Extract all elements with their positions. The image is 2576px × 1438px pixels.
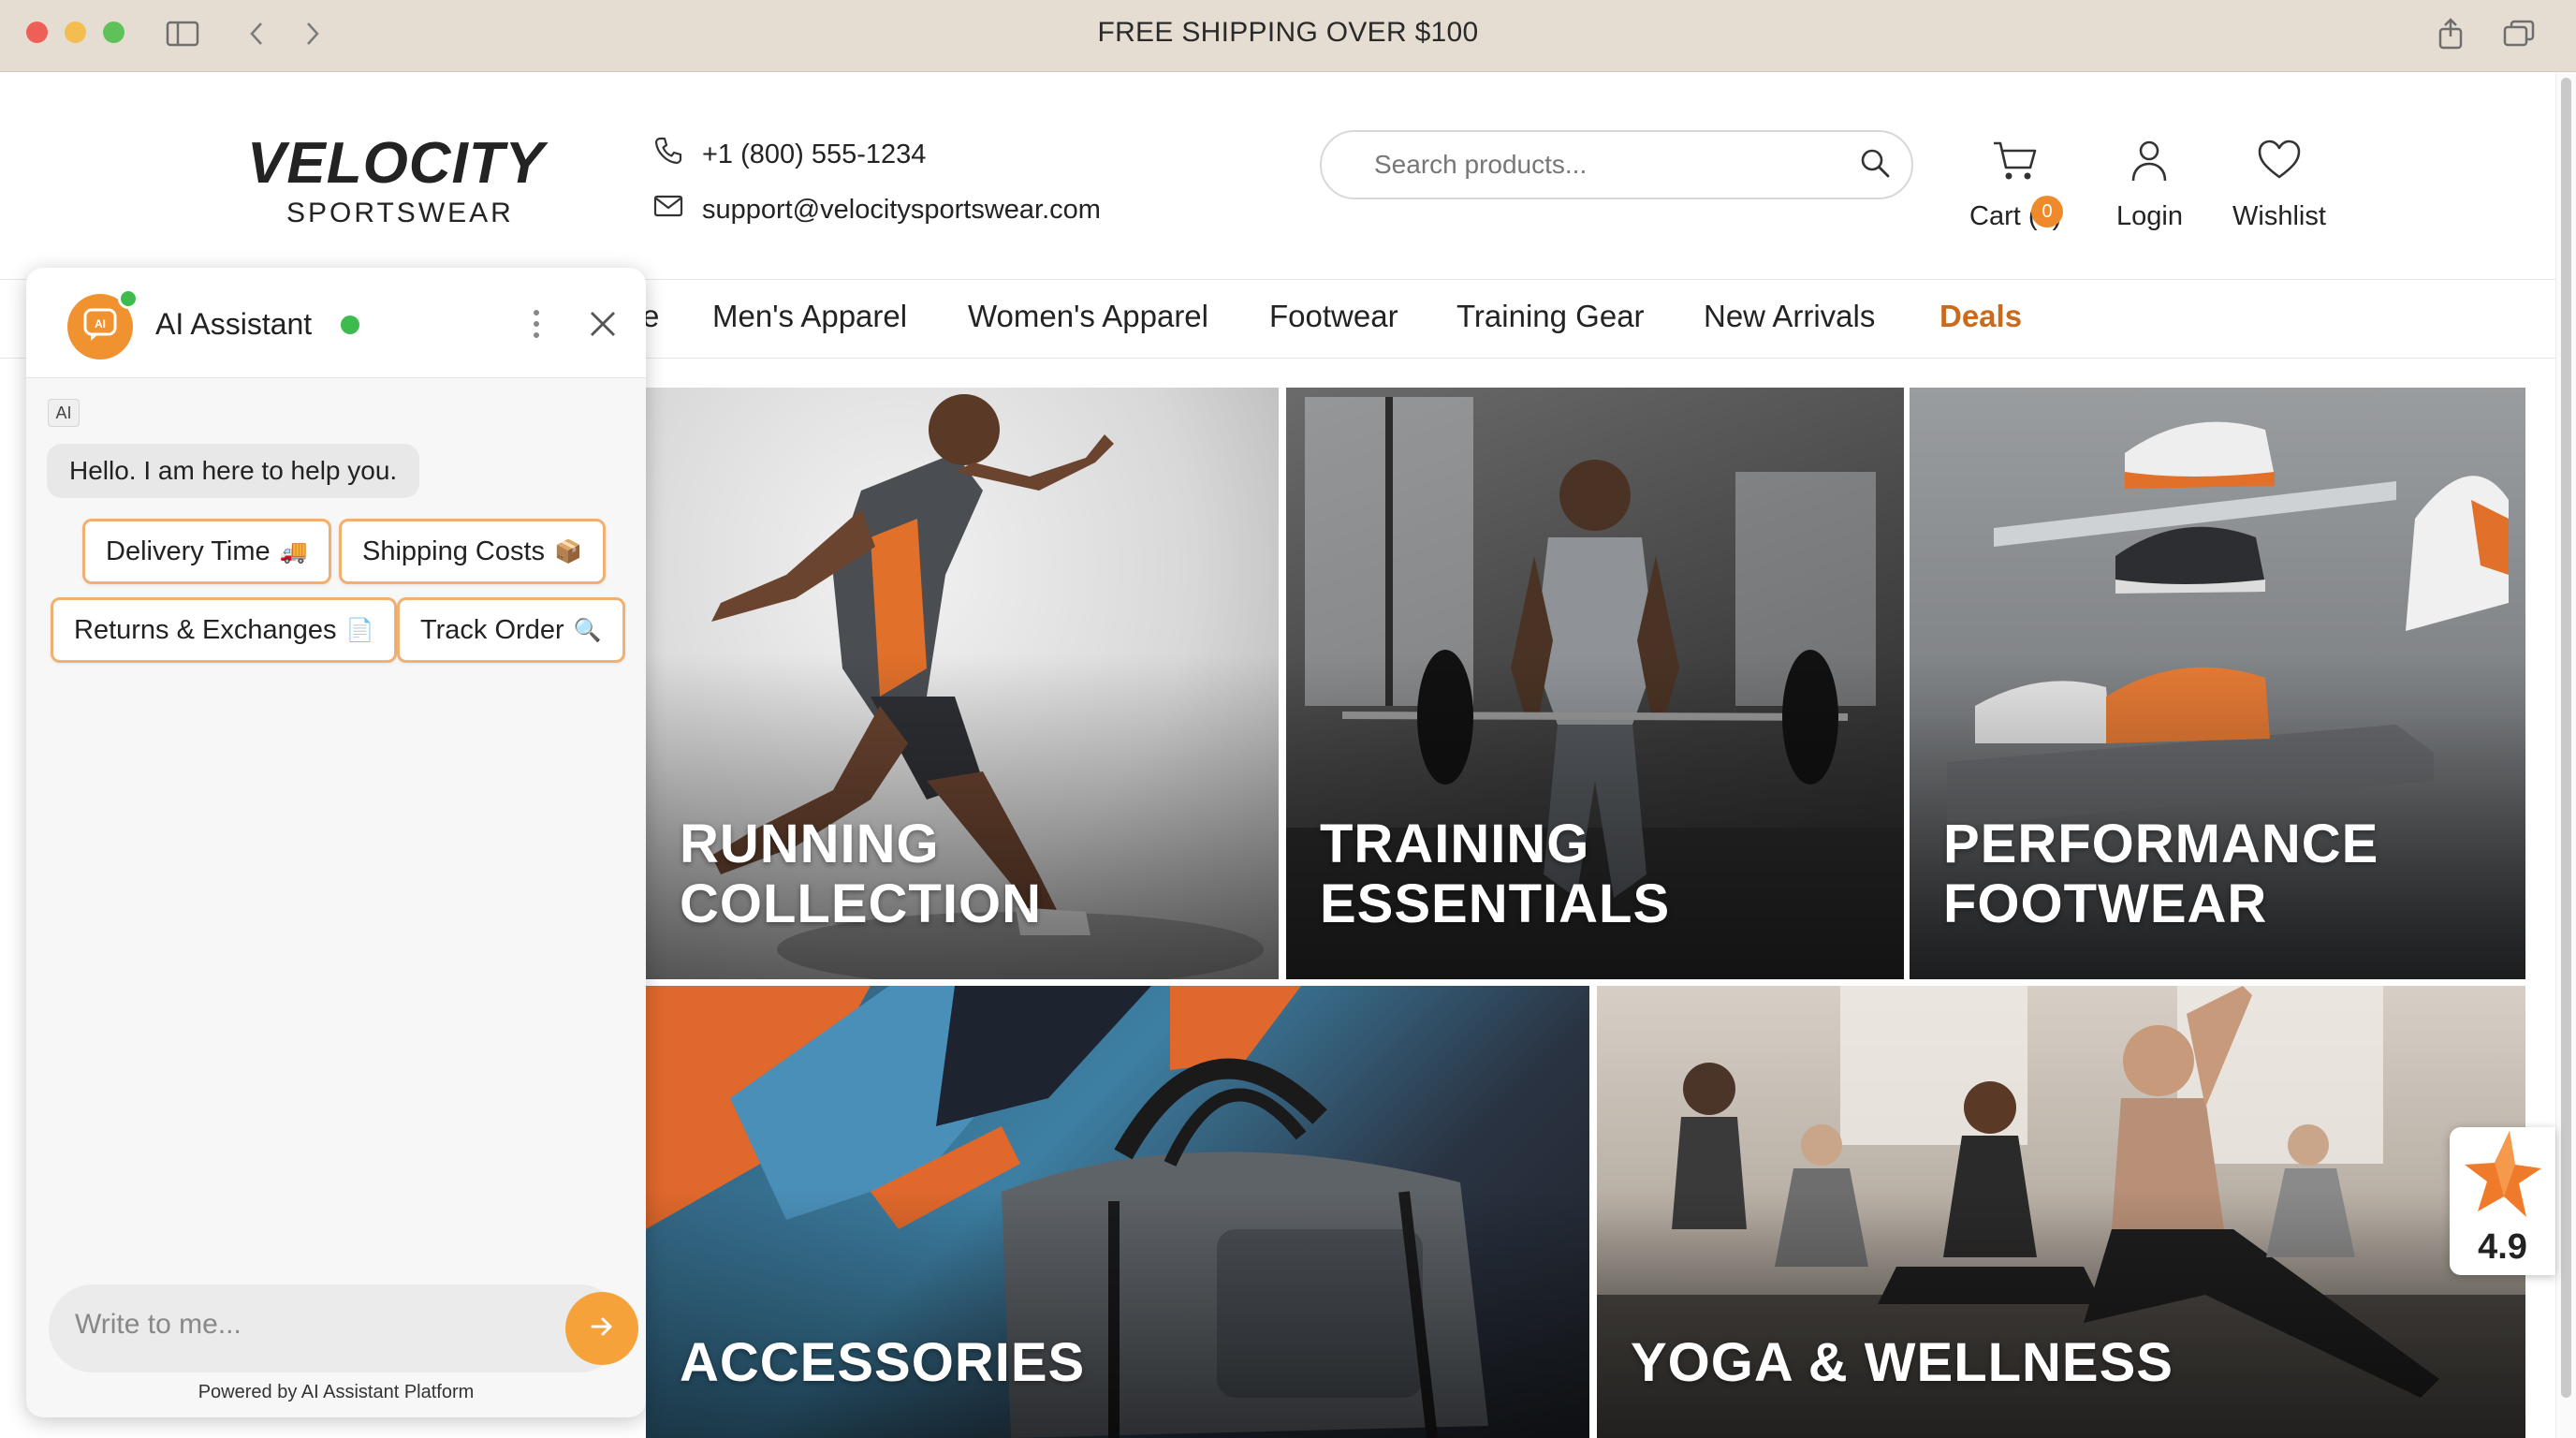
avatar-online-indicator: [118, 288, 139, 309]
nav-item-footwear[interactable]: Footwear: [1269, 299, 1398, 334]
quick-reply-delivery-time[interactable]: Delivery Time 🚚: [82, 519, 331, 584]
page-scrollbar[interactable]: [2555, 72, 2576, 1438]
category-tile-accessories[interactable]: ACCESSORIES: [646, 986, 1589, 1438]
search-input[interactable]: [1374, 150, 1859, 180]
chip-label: Delivery Time: [106, 536, 271, 566]
powered-by-footer: Powered by AI Assistant Platform: [198, 1382, 475, 1402]
nav-item-training-gear[interactable]: Training Gear: [1456, 299, 1645, 334]
wishlist-label: Wishlist: [2232, 201, 2326, 231]
chat-bubble-icon: AI: [81, 306, 119, 348]
star-icon: [2461, 1127, 2545, 1225]
category-tile-yoga[interactable]: YOGA & WELLNESS: [1597, 986, 2525, 1438]
scrollbar-thumb[interactable]: [2561, 78, 2571, 1398]
category-tile-training[interactable]: TRAINING ESSENTIALS: [1286, 388, 1904, 979]
tile-title-running: RUNNING COLLECTION: [680, 814, 1042, 934]
site-header: VELOCITY SPORTSWEAR +1 (800) 555-1234 su…: [0, 72, 2555, 280]
phone-number: +1 (800) 555-1234: [702, 139, 927, 169]
chip-label: Track Order: [420, 614, 564, 645]
rating-value: 4.9: [2478, 1227, 2527, 1267]
user-icon: [2127, 138, 2172, 190]
chat-message-input[interactable]: [75, 1309, 524, 1341]
chat-header: AI AI Assistant: [26, 268, 646, 378]
ai-sender-tag: AI: [48, 399, 80, 427]
svg-text:AI: AI: [95, 317, 106, 330]
more-options-icon[interactable]: [522, 303, 550, 345]
nav-item-womens-apparel[interactable]: Women's Apparel: [968, 299, 1208, 334]
cart-icon: [1992, 138, 2039, 190]
close-icon[interactable]: [582, 303, 623, 345]
chip-label: Returns & Exchanges: [74, 614, 337, 645]
assistant-greeting-message: Hello. I am here to help you.: [47, 444, 420, 498]
tile-title-accessories: ACCESSORIES: [680, 1332, 1086, 1393]
email-contact[interactable]: support@velocitysportswear.com: [653, 194, 1101, 226]
quick-reply-shipping-costs[interactable]: Shipping Costs 📦: [339, 519, 606, 584]
tabs-overview-icon[interactable]: [2502, 17, 2536, 51]
magnifier-icon: 🔍: [573, 617, 602, 643]
login-button[interactable]: Login: [2116, 138, 2183, 232]
rating-badge[interactable]: 4.9: [2450, 1127, 2555, 1275]
email-address: support@velocitysportswear.com: [702, 194, 1101, 225]
send-button[interactable]: [565, 1292, 638, 1365]
category-tile-footwear[interactable]: PERFORMANCE FOOTWEAR: [1910, 388, 2525, 979]
nav-item-mens-apparel[interactable]: Men's Apparel: [712, 299, 907, 334]
chat-input-bar: [49, 1284, 638, 1372]
wishlist-button[interactable]: Wishlist: [2232, 138, 2326, 232]
search-bar[interactable]: [1320, 130, 1913, 199]
quick-reply-track-order[interactable]: Track Order 🔍: [397, 597, 625, 663]
login-label: Login: [2116, 201, 2183, 231]
tile-title-footwear: PERFORMANCE FOOTWEAR: [1943, 814, 2379, 934]
tile-title-training: TRAINING ESSENTIALS: [1320, 814, 1671, 934]
truck-icon: 🚚: [279, 538, 308, 565]
package-icon: 📦: [554, 538, 582, 565]
arrow-right-icon: [588, 1313, 616, 1345]
phone-contact[interactable]: +1 (800) 555-1234: [653, 136, 926, 173]
browser-titlebar: FREE SHIPPING OVER $100: [0, 0, 2576, 72]
tile-title-yoga: YOGA & WELLNESS: [1631, 1332, 2174, 1393]
nav-item-deals[interactable]: Deals: [1939, 299, 2022, 334]
search-icon[interactable]: [1859, 147, 1891, 183]
share-icon[interactable]: [2434, 17, 2467, 51]
document-icon: 📄: [345, 617, 374, 643]
phone-icon: [653, 136, 683, 173]
logo[interactable]: VELOCITY: [247, 130, 545, 197]
nav-item-new-arrivals[interactable]: New Arrivals: [1704, 299, 1875, 334]
page-title: FREE SHIPPING OVER $100: [1097, 17, 1479, 48]
cart-count-badge: 0: [2031, 196, 2063, 227]
heart-icon: [2256, 138, 2303, 190]
logo-subtitle: SPORTSWEAR: [286, 198, 514, 228]
quick-reply-returns-exchanges[interactable]: Returns & Exchanges 📄: [51, 597, 398, 663]
chip-label: Shipping Costs: [362, 536, 546, 566]
category-tile-running[interactable]: RUNNING COLLECTION: [646, 388, 1279, 979]
mail-icon: [653, 194, 683, 226]
online-status-dot: [341, 315, 359, 334]
chat-assistant-panel: AI AI Assistant AI Hello. I am here to h…: [26, 268, 646, 1417]
chat-title: AI Assistant: [155, 307, 313, 341]
